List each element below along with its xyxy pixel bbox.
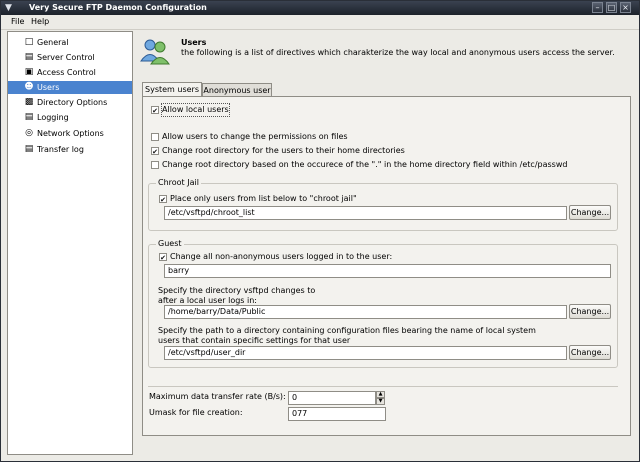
chroot-list-checkbox[interactable] <box>159 195 167 203</box>
sidebar-item-label: Server Control <box>37 53 95 62</box>
guest-title: Guest <box>156 239 184 249</box>
guest-user-input[interactable]: barry <box>164 264 611 278</box>
users-icon <box>140 39 170 65</box>
chroot-list-change-button[interactable]: Change... <box>569 205 611 220</box>
window-title: Very Secure FTP Daemon Configuration <box>29 3 207 12</box>
sidebar-item-label: Directory Options <box>37 98 108 107</box>
sidebar-item-transfer-log[interactable]: ▤ Transfer log <box>8 143 132 156</box>
sidebar: □ General ▤ Server Control ▣ Access Cont… <box>7 31 133 455</box>
minimize-button[interactable]: – <box>592 2 603 13</box>
menu-help[interactable]: Help <box>31 17 49 27</box>
user-config-path-input[interactable]: /etc/vsftpd/user_dir <box>164 346 567 360</box>
umask-label: Umask for file creation: <box>149 408 243 417</box>
sidebar-item-general[interactable]: □ General <box>8 36 132 49</box>
section-divider <box>148 386 618 387</box>
folder-icon: ▩ <box>24 97 34 107</box>
allow-local-users-label: Allow local users <box>161 103 230 117</box>
log-icon: ▤ <box>24 112 34 122</box>
umask-input[interactable]: 077 <box>288 407 386 421</box>
sidebar-item-label: Transfer log <box>37 145 84 154</box>
sidebar-item-label: General <box>37 38 69 47</box>
sidebar-item-network-options[interactable]: ◎ Network Options <box>8 127 132 140</box>
app-window: ▼ Very Secure FTP Daemon Configuration –… <box>0 0 640 462</box>
access-icon: ▣ <box>24 67 34 77</box>
menu-file[interactable]: File <box>11 17 24 27</box>
page-description: the following is a list of directives wh… <box>181 48 615 57</box>
maximize-button[interactable]: □ <box>606 2 617 13</box>
spin-down-icon[interactable]: ▼ <box>376 398 385 405</box>
sidebar-item-users[interactable]: ☻ Users <box>8 81 132 94</box>
tab-system-users[interactable]: System users <box>142 82 202 97</box>
menu-bar: File Help <box>1 15 639 30</box>
sidebar-item-server-control[interactable]: ▤ Server Control <box>8 51 132 64</box>
chroot-list-path-input[interactable]: /etc/vsftpd/chroot_list <box>164 206 567 220</box>
chroot-jail-title: Chroot Jail <box>156 178 201 188</box>
allow-local-users-checkbox[interactable] <box>151 106 159 114</box>
sidebar-item-label: Access Control <box>37 68 96 77</box>
guest-user-label: Change all non-anonymous users logged in… <box>170 252 393 261</box>
chroot-list-label: Place only users from list below to "chr… <box>170 194 357 203</box>
title-bar: ▼ Very Secure FTP Daemon Configuration –… <box>1 1 639 15</box>
guest-dir-label-line1: Specify the directory vsftpd changes to <box>158 286 316 295</box>
guest-user-checkbox[interactable] <box>159 253 167 261</box>
network-icon: ◎ <box>25 128 33 138</box>
sidebar-item-directory-options[interactable]: ▩ Directory Options <box>8 96 132 109</box>
close-button[interactable]: × <box>620 2 631 13</box>
chroot-passwd-label: Change root directory based on the occur… <box>162 160 568 169</box>
sidebar-item-label: Network Options <box>37 129 104 138</box>
change-permissions-checkbox[interactable] <box>151 133 159 141</box>
sidebar-item-logging[interactable]: ▤ Logging <box>8 111 132 124</box>
sidebar-item-access-control[interactable]: ▣ Access Control <box>8 66 132 79</box>
tab-anonymous-user[interactable]: Anonymous user <box>202 83 272 97</box>
server-icon: ▤ <box>24 52 34 62</box>
sidebar-item-label: Users <box>37 83 60 92</box>
chroot-home-checkbox[interactable] <box>151 147 159 155</box>
transfer-rate-input[interactable]: 0 <box>288 391 376 405</box>
change-permissions-label: Allow users to change the permissions on… <box>162 132 348 141</box>
window-menu-icon[interactable]: ▼ <box>5 3 19 13</box>
sidebar-item-label: Logging <box>37 113 69 122</box>
chroot-home-label: Change root directory for the users to t… <box>162 146 405 155</box>
user-config-change-button[interactable]: Change... <box>569 345 611 360</box>
spin-up-icon[interactable]: ▲ <box>376 391 385 398</box>
guest-dir-change-button[interactable]: Change... <box>569 304 611 319</box>
guest-dir-path-input[interactable]: /home/barry/Data/Public <box>164 305 567 319</box>
chroot-passwd-checkbox[interactable] <box>151 161 159 169</box>
user-config-label-line2: users that contain specific settings for… <box>158 336 351 345</box>
general-icon: □ <box>24 37 34 47</box>
page-title: Users <box>181 38 207 47</box>
user-config-label-line1: Specify the path to a directory containi… <box>158 326 536 335</box>
users-icon: ☻ <box>24 82 34 92</box>
document-icon: ▤ <box>24 144 34 154</box>
transfer-rate-label: Maximum data transfer rate (B/s): <box>149 392 286 401</box>
